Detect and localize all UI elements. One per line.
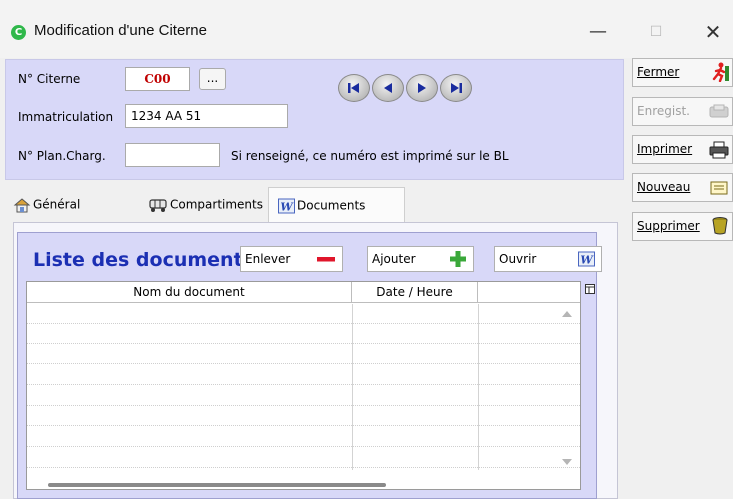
tab-general-label: Général <box>33 197 81 212</box>
next-record-button[interactable] <box>406 74 438 102</box>
next-record-icon <box>418 83 426 93</box>
column-header-nom[interactable]: Nom du document <box>27 282 352 303</box>
record-navigation <box>338 74 474 102</box>
exit-running-man-icon <box>712 62 729 82</box>
svg-text:W: W <box>580 254 594 267</box>
save-label: Enregist. <box>637 104 690 118</box>
documents-table[interactable]: Nom du document Date / Heure <box>26 281 581 490</box>
column-divider <box>352 304 353 470</box>
new-button[interactable]: Nouveau <box>632 173 733 202</box>
plus-icon <box>450 251 466 267</box>
table-row[interactable] <box>27 386 580 406</box>
column-options-icon[interactable] <box>584 283 596 295</box>
house-icon <box>13 197 31 212</box>
column-divider <box>478 304 479 470</box>
plan-charg-field[interactable] <box>125 143 220 167</box>
first-record-button[interactable] <box>338 74 370 102</box>
word-document-icon: W <box>278 198 295 213</box>
title-bar: C Modification d'une Citerne — ☐ ✕ <box>0 0 733 58</box>
table-row[interactable] <box>27 324 580 344</box>
citerne-number-field[interactable]: C00 <box>125 67 190 91</box>
app-logo-icon: C <box>11 25 26 40</box>
citerne-lookup-button[interactable]: ... <box>199 68 226 90</box>
last-record-button[interactable] <box>440 74 472 102</box>
minimize-button[interactable]: — <box>575 14 621 50</box>
last-record-icon <box>451 83 462 93</box>
new-label: Nouveau <box>637 180 691 194</box>
close-button[interactable]: ✕ <box>690 14 733 50</box>
svg-text:W: W <box>280 200 294 213</box>
add-document-button[interactable]: Ajouter <box>367 246 474 272</box>
print-button[interactable]: Imprimer <box>632 135 733 164</box>
printer-icon <box>709 141 729 159</box>
open-document-button[interactable]: Ouvrir W <box>494 246 602 272</box>
open-document-label: Ouvrir <box>499 252 537 266</box>
save-button[interactable]: Enregist. <box>632 97 733 126</box>
remove-document-label: Enlever <box>245 252 291 266</box>
plan-charg-hint: Si renseigné, ce numéro est imprimé sur … <box>231 149 509 163</box>
previous-record-button[interactable] <box>372 74 404 102</box>
citerne-label: N° Citerne <box>18 72 81 86</box>
table-row[interactable] <box>27 406 580 426</box>
column-header-date[interactable]: Date / Heure <box>352 282 478 303</box>
table-header: Nom du document Date / Heure <box>27 282 580 303</box>
delete-label: Supprimer <box>637 219 700 233</box>
immatriculation-field[interactable]: 1234 AA 51 <box>125 104 288 128</box>
word-document-icon: W <box>578 251 595 267</box>
previous-record-icon <box>384 83 392 93</box>
close-form-label: Fermer <box>637 65 680 79</box>
print-label: Imprimer <box>637 142 693 156</box>
tab-compartiments[interactable]: Compartiments <box>148 187 263 223</box>
save-icon <box>709 104 729 118</box>
trash-bin-icon <box>712 217 728 235</box>
immatriculation-label: Immatriculation <box>18 110 114 124</box>
new-document-icon <box>710 181 728 195</box>
tab-documents-label: Documents <box>297 198 366 213</box>
table-row[interactable] <box>27 427 580 447</box>
delete-button[interactable]: Supprimer <box>632 212 733 241</box>
tab-documents[interactable]: W Documents <box>268 187 405 223</box>
table-row[interactable] <box>27 304 580 324</box>
compartments-icon <box>149 198 167 212</box>
window-title: Modification d'une Citerne <box>34 22 207 39</box>
add-document-label: Ajouter <box>372 252 416 266</box>
first-record-icon <box>348 83 359 93</box>
remove-document-button[interactable]: Enlever <box>240 246 343 272</box>
documents-list-title: Liste des documents <box>33 249 254 271</box>
tab-bar: Général Compartiments W Documents <box>5 187 624 223</box>
table-row[interactable] <box>27 448 580 468</box>
minus-icon <box>317 257 335 262</box>
tab-compartiments-label: Compartiments <box>170 197 263 212</box>
maximize-button[interactable]: ☐ <box>633 14 679 50</box>
table-row[interactable] <box>27 344 580 364</box>
tab-general[interactable]: Général <box>13 187 80 223</box>
horizontal-scrollbar-thumb[interactable] <box>48 483 386 487</box>
plan-charg-label: N° Plan.Charg. <box>18 149 106 163</box>
close-form-button[interactable]: Fermer <box>632 58 733 87</box>
window: C Modification d'une Citerne — ☐ ✕ N° Ci… <box>0 0 733 499</box>
scroll-up-arrow-icon[interactable] <box>562 311 572 317</box>
scroll-down-arrow-icon[interactable] <box>562 459 572 465</box>
table-row[interactable] <box>27 365 580 385</box>
